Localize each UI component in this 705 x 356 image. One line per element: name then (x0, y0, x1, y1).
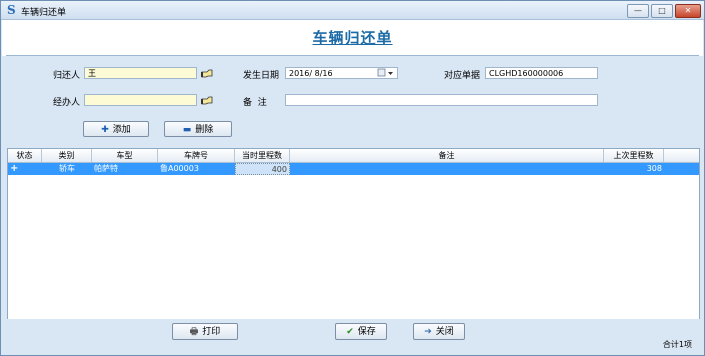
close-button[interactable]: ➔ 关闭 (413, 323, 465, 340)
returner-field[interactable]: 王 (84, 67, 197, 79)
column-header-current-mileage[interactable]: 当时里程数 (235, 149, 290, 162)
row-remark[interactable] (290, 163, 604, 175)
date-label: 发生日期 (243, 71, 280, 81)
close-window-button[interactable]: ✕ (675, 4, 701, 18)
exit-icon: ➔ (424, 327, 432, 337)
calendar-dropdown-icon[interactable] (377, 68, 395, 78)
header-divider (6, 55, 699, 56)
returner-label: 归还人 (53, 71, 81, 81)
handler-field[interactable] (84, 94, 197, 106)
column-header-last-mileage[interactable]: 上次里程数 (604, 149, 664, 162)
add-plus-icon: ✚ (101, 125, 109, 135)
column-header-model[interactable]: 车型 (92, 149, 158, 162)
row-model[interactable]: 帕萨特 (92, 163, 158, 175)
main-window: S 车辆归还单 — □ ✕ 车辆归还单 归还人 王 发生日期 2016/ 8/1… (0, 0, 705, 356)
print-button[interactable]: 🖶 打印 (172, 323, 238, 340)
grid-header: 状态 类别 车型 车牌号 当时里程数 备注 上次里程数 (8, 149, 699, 163)
column-header-remark[interactable]: 备注 (290, 149, 604, 162)
add-button[interactable]: ✚ 添加 (83, 121, 149, 137)
remark-label: 备 注 (243, 98, 267, 108)
lookup-hand-icon[interactable] (201, 96, 213, 105)
window-title: 车辆归还单 (21, 8, 67, 18)
row-plate[interactable]: 鲁A00003 (158, 163, 235, 175)
row-last-mileage[interactable]: 308 (604, 163, 664, 175)
form-header: 车辆归还单 (2, 20, 703, 56)
row-category[interactable]: 轿车 (42, 163, 92, 175)
total-count: 合计1项 (662, 340, 692, 349)
app-logo-icon: S (7, 3, 16, 17)
save-button-label: 保存 (357, 327, 376, 337)
voucher-label: 对应单据 (444, 71, 481, 81)
remark-field[interactable] (285, 94, 598, 106)
column-header-category[interactable]: 类别 (42, 149, 92, 162)
printer-icon: 🖶 (189, 327, 199, 337)
handler-label: 经办人 (53, 98, 81, 108)
delete-button-label: 删除 (195, 125, 214, 135)
row-status-plus-icon[interactable]: + (8, 163, 42, 175)
title-bar[interactable]: S 车辆归还单 — □ ✕ (1, 1, 704, 20)
voucher-field[interactable]: CLGHD160000006 (485, 67, 598, 79)
row-current-mileage[interactable]: 400 (235, 163, 290, 175)
delete-button[interactable]: ▬ 删除 (164, 121, 232, 137)
save-button[interactable]: ✔ 保存 (335, 323, 387, 340)
close-button-label: 关闭 (435, 327, 454, 337)
table-row[interactable]: + 轿车 帕萨特 鲁A00003 400 308 (8, 163, 699, 175)
minimize-button[interactable]: — (627, 4, 649, 18)
detail-grid[interactable]: 状态 类别 车型 车牌号 当时里程数 备注 上次里程数 + 轿车 帕萨特 鲁A0… (7, 148, 700, 320)
page-title: 车辆归还单 (312, 29, 393, 47)
column-header-plate[interactable]: 车牌号 (158, 149, 235, 162)
delete-minus-icon: ▬ (182, 125, 192, 135)
maximize-button[interactable]: □ (651, 4, 673, 18)
checkmark-icon: ✔ (346, 327, 354, 337)
add-button-label: 添加 (112, 125, 131, 135)
lookup-hand-icon[interactable] (201, 69, 213, 78)
column-header-status[interactable]: 状态 (8, 149, 42, 162)
print-button-label: 打印 (202, 327, 221, 337)
